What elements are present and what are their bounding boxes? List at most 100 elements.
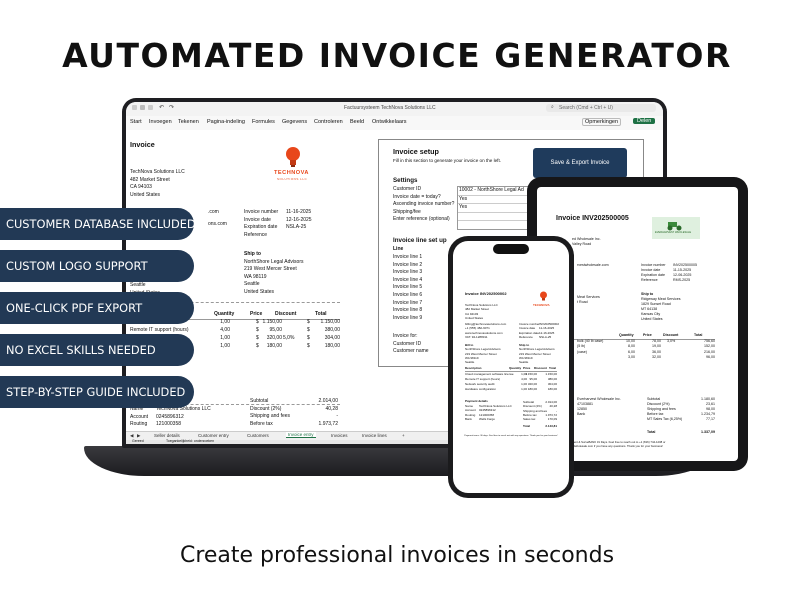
- cell-disc: 5,0%: [283, 335, 295, 341]
- ship-to-line: WA 98119: [244, 273, 267, 280]
- seller-line: TechNova Solutions LLC: [130, 169, 185, 175]
- setup-intro: Fill in this section to generate your in…: [393, 158, 502, 163]
- tablet-seller-line: Valley Road: [572, 242, 592, 247]
- feature-customer-database: CUSTOMER DATABASE INCLUDED: [0, 208, 196, 240]
- invoice-title: Invoice: [130, 140, 155, 149]
- save-icon[interactable]: [148, 105, 153, 110]
- phone-meta-values: INV202500002 11-16-2025 12-16-2025 NSLA-…: [539, 322, 559, 339]
- col-discount: Discount: [275, 311, 297, 317]
- tablet-summary-labels: Subtotal Discount (2%) Shipping and fees…: [647, 397, 682, 422]
- cell-qty: 1,00: [220, 343, 230, 349]
- tablet-lines: bulk (40 lb case) 10,00 78,00 3,0% 756,60 (5 …: [577, 339, 715, 361]
- meta-value: 11-16-2025: [286, 209, 312, 215]
- invoice-for-label: Invoice for:: [393, 333, 418, 339]
- seller-line: United States: [130, 191, 161, 198]
- tab-invoice-lines[interactable]: Invoice lines: [362, 433, 387, 438]
- menu-pagina-indeling[interactable]: Pagina-indeling: [207, 119, 245, 125]
- line-item: Invoice line 9: [393, 314, 423, 321]
- invoice-for-label: Customer name: [393, 348, 429, 355]
- home-icon[interactable]: [140, 105, 145, 110]
- lines-setup-title: Invoice line set up: [393, 237, 447, 244]
- menu-invoegen[interactable]: Invoegen: [149, 119, 172, 125]
- tab-invoice-entry[interactable]: Invoice entry: [286, 432, 316, 438]
- undo-icon[interactable]: ↶: [159, 104, 164, 111]
- line-item: Invoice line 3: [393, 269, 423, 276]
- bank-labels: Name Account Routing: [130, 406, 148, 429]
- tablet-col-discount: Discount: [663, 333, 679, 337]
- line-item: Invoice line 8: [393, 307, 423, 314]
- cell-disc: 3,0%: [667, 339, 676, 343]
- cell-price: 95,00: [529, 377, 537, 381]
- share-button[interactable]: Delen: [633, 118, 656, 124]
- line-item: Invoice line 7: [393, 299, 423, 306]
- cell-desc: Hardware configuration: [465, 387, 497, 391]
- cell-cur: $: [256, 319, 259, 325]
- menu-controleren[interactable]: Controleren: [314, 119, 343, 125]
- col-quantity: Quantity: [214, 311, 235, 317]
- invoice-meta-values: 11-16-2025 12-16-2025 NSLA-25: [286, 209, 312, 232]
- tablet-total-value: 1.337,09: [701, 430, 715, 434]
- cell-total: 1.150,00: [320, 319, 340, 325]
- cell-qty: 1,00: [521, 382, 527, 386]
- seller-line: CA 94103: [130, 184, 152, 191]
- add-sheet-icon[interactable]: +: [402, 433, 405, 438]
- tab-invoices[interactable]: Invoices: [331, 433, 348, 438]
- settings-labels: Customer ID Invoice date = today? Ascend…: [393, 186, 454, 224]
- summary-value: 2.014,00: [318, 398, 338, 404]
- cell-qty: 6,00: [628, 349, 635, 354]
- settings-label: Invoice date = today?: [393, 193, 441, 200]
- tab-customer-entry[interactable]: Customer entry: [198, 433, 229, 438]
- ship-to-label: Ship to: [244, 251, 261, 257]
- tablet-summary-values: 1.180,60 23,61 98,00 1.234,79 77,17: [687, 397, 715, 422]
- headline: AUTOMATED INVOICE GENERATOR: [62, 36, 732, 75]
- tablet-col-total: Total: [694, 333, 703, 337]
- phone-contact: billing@technovasolutions.com +1 (555) 4…: [465, 322, 506, 339]
- summary-value: -: [336, 413, 338, 420]
- phone-col-description: Description: [465, 366, 482, 370]
- meta-value: NSLA-25: [539, 334, 552, 339]
- tab-seller-details[interactable]: Seller details: [154, 433, 180, 438]
- cell-qty: 3,00: [628, 355, 635, 360]
- meta-label: Reference: [244, 231, 268, 238]
- accessibility-status[interactable]: Toegankelijkheid: onderzoeken: [166, 439, 214, 443]
- menu-beeld[interactable]: Beeld: [350, 119, 364, 125]
- menu-formules[interactable]: Formules: [252, 119, 275, 125]
- autosave-icon[interactable]: [132, 105, 137, 110]
- menu-ontwikkelaars[interactable]: Ontwikkelaars: [372, 119, 407, 125]
- cell-total: 180,00: [324, 343, 340, 349]
- menu-gegevens[interactable]: Gegevens: [282, 119, 307, 125]
- cell-cur: $: [256, 327, 259, 333]
- col-price: Price: [250, 311, 263, 317]
- feature-step-by-step-guide: STEP-BY-STEP GUIDE INCLUDED: [0, 376, 194, 408]
- phone-invoice: Invoice INV202500002 TECHNOVA TechNova S…: [453, 241, 569, 493]
- redo-icon[interactable]: ↷: [169, 104, 174, 111]
- summary-labels: Subtotal Discount (2%) Shipping and fees…: [250, 398, 290, 428]
- seller-line: United States: [465, 315, 484, 320]
- line-item: Invoice line 5: [393, 284, 423, 291]
- save-export-invoice-button[interactable]: Save & Export Invoice: [533, 148, 627, 178]
- search-box[interactable]: ⌕ Search (Cmd + Ctrl + U): [546, 104, 656, 112]
- cell-desc: Remote IT support (hours): [465, 377, 501, 381]
- technova-logo-text: TECHNOVA: [274, 170, 309, 176]
- summary-label: MT Sales Tax (6,25%): [647, 417, 683, 422]
- technova-logo-sub: SOLUTIONS LLC: [277, 177, 308, 181]
- menu-tekenen[interactable]: Tekenen: [178, 119, 199, 125]
- phone-col-quantity: Quantity: [509, 366, 522, 370]
- settings-label: Customer ID: [393, 186, 422, 192]
- cell-total: 380,00: [324, 327, 340, 333]
- feature-custom-logo: CUSTOM LOGO SUPPORT: [0, 250, 194, 282]
- invoice-meta-labels: Invoice number Invoice date Expiration d…: [244, 209, 278, 239]
- tagline: Create professional invoices in seconds: [179, 543, 615, 568]
- menu-start[interactable]: Start: [130, 119, 142, 125]
- cell-price: 1.150,00: [262, 319, 282, 325]
- phone-total-label: Total: [523, 424, 530, 428]
- phone-meta-labels: Invoice number Invoice date Expiration d…: [519, 322, 540, 339]
- bill-line: t Road: [577, 300, 588, 305]
- cell-qty: 1,00: [220, 319, 230, 325]
- phone-bank-values: TechNova Solutions LLC 0245896312 121000…: [479, 404, 512, 421]
- comments-button[interactable]: Opmerkingen: [582, 118, 622, 126]
- tab-customers[interactable]: Customers: [247, 433, 269, 438]
- status-ready: Gereed: [132, 439, 144, 443]
- cell-cur2: $: [307, 327, 310, 333]
- search-icon: ⌕: [551, 104, 554, 110]
